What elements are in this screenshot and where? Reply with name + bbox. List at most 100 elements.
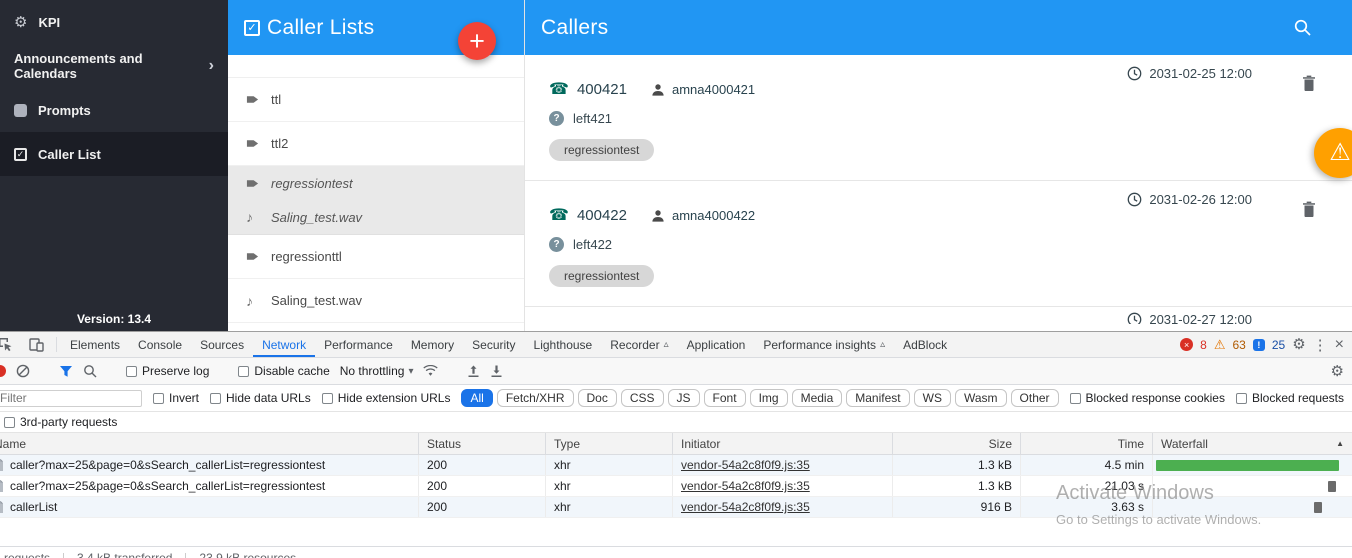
tab-elements[interactable]: Elements xyxy=(61,332,129,357)
table-row[interactable]: callerList 200 xhr vendor-54a2c8f0f9.js:… xyxy=(0,497,1352,518)
caller-entry[interactable]: 2031-02-26 12:00 400422 amna4000422 xyxy=(525,181,1352,307)
warning-count[interactable]: 63 xyxy=(1232,338,1245,352)
list-item-audio[interactable]: Saling_test.wav xyxy=(228,200,524,234)
filter-pill-img[interactable]: Img xyxy=(750,389,788,407)
list-item-audio[interactable]: Saling_test.wav xyxy=(228,279,524,323)
column-header-initiator[interactable]: Initiator xyxy=(672,433,892,454)
filter-pill-font[interactable]: Font xyxy=(704,389,746,407)
column-header-size[interactable]: Size xyxy=(892,433,1020,454)
divider xyxy=(56,337,57,352)
add-caller-list-button[interactable] xyxy=(458,22,496,60)
filter-pill-css[interactable]: CSS xyxy=(621,389,664,407)
network-conditions-icon[interactable] xyxy=(423,365,438,377)
checkbox-icon xyxy=(4,417,15,428)
throttling-dropdown[interactable]: No throttling xyxy=(340,364,414,378)
invert-checkbox[interactable]: Invert xyxy=(153,391,199,405)
clock-icon xyxy=(1127,66,1142,81)
column-header-status[interactable]: Status xyxy=(418,433,545,454)
list-item[interactable]: ttl xyxy=(228,78,524,122)
filter-pill-media[interactable]: Media xyxy=(792,389,843,407)
filter-pill-js[interactable]: JS xyxy=(668,389,700,407)
filter-pill-doc[interactable]: Doc xyxy=(578,389,617,407)
devtools-settings-icon[interactable] xyxy=(1292,337,1305,352)
tab-security[interactable]: Security xyxy=(463,332,524,357)
tab-network[interactable]: Network xyxy=(253,332,315,357)
network-settings-icon[interactable] xyxy=(1331,364,1344,379)
record-icon[interactable] xyxy=(0,365,6,377)
tab-recorder[interactable]: Recorder xyxy=(601,332,677,357)
filter-pill-ws[interactable]: WS xyxy=(914,389,951,407)
request-initiator-link[interactable]: vendor-54a2c8f0f9.js:35 xyxy=(681,479,810,493)
filter-pill-manifest[interactable]: Manifest xyxy=(846,389,909,407)
tab-console[interactable]: Console xyxy=(129,332,191,357)
column-header-waterfall[interactable]: Waterfall xyxy=(1152,433,1352,454)
network-summary-bar: requests 3.4 kB transferred 23.9 kB reso… xyxy=(0,546,1352,558)
disable-cache-checkbox[interactable]: Disable cache xyxy=(238,364,329,378)
device-toolbar-icon[interactable] xyxy=(21,332,52,357)
caller-entry-partial[interactable]: 2031-02-27 12:00 xyxy=(525,307,1352,324)
tab-lighthouse[interactable]: Lighthouse xyxy=(525,332,602,357)
tab-adblock[interactable]: AdBlock xyxy=(894,332,956,357)
blocked-cookies-checkbox[interactable]: Blocked response cookies xyxy=(1070,391,1225,405)
sidebar-item-kpi[interactable]: KPI xyxy=(0,0,228,44)
caller-lists-header: Caller Lists xyxy=(228,0,524,55)
inspect-element-icon[interactable] xyxy=(0,332,21,357)
error-count[interactable]: 8 xyxy=(1200,338,1207,352)
hide-extension-urls-checkbox[interactable]: Hide extension URLs xyxy=(322,391,451,405)
request-icon xyxy=(0,501,4,513)
search-icon[interactable] xyxy=(1293,18,1312,37)
request-initiator-link[interactable]: vendor-54a2c8f0f9.js:35 xyxy=(681,500,810,514)
more-options-icon[interactable] xyxy=(1313,336,1328,354)
filter-input[interactable] xyxy=(0,390,142,407)
trash-icon[interactable] xyxy=(1302,75,1316,92)
table-row[interactable]: caller?max=25&page=0&sSearch_callerList=… xyxy=(0,455,1352,476)
filter-pill-other[interactable]: Other xyxy=(1011,389,1059,407)
blocked-requests-checkbox[interactable]: Blocked requests xyxy=(1236,391,1344,405)
issues-icon[interactable] xyxy=(1253,339,1265,351)
import-har-icon[interactable] xyxy=(467,365,480,378)
tab-performance-insights[interactable]: Performance insights xyxy=(754,332,894,357)
caller-agent: amna4000421 xyxy=(672,82,755,97)
sidebar-item-announcements[interactable]: Announcements and Calendars xyxy=(0,44,228,88)
checkbox-icon xyxy=(238,366,249,377)
close-devtools-icon[interactable] xyxy=(1335,336,1344,354)
third-party-checkbox[interactable]: 3rd-party requests xyxy=(4,415,117,429)
sidebar-item-caller-list[interactable]: Caller List xyxy=(0,132,228,176)
request-type: xhr xyxy=(545,476,672,496)
clear-icon[interactable] xyxy=(16,364,30,378)
request-time: 4.5 min xyxy=(1020,455,1152,475)
sidebar-item-label: Prompts xyxy=(38,103,91,118)
table-row[interactable]: caller?max=25&page=0&sSearch_callerList=… xyxy=(0,476,1352,497)
tab-memory[interactable]: Memory xyxy=(402,332,463,357)
search-icon[interactable] xyxy=(83,364,97,378)
request-type-filters: All Fetch/XHR Doc CSS JS Font Img Media … xyxy=(461,389,1058,407)
column-header-name[interactable]: Name xyxy=(0,433,418,454)
preserve-log-checkbox[interactable]: Preserve log xyxy=(126,364,209,378)
request-size: 1.3 kB xyxy=(892,455,1020,475)
trash-icon[interactable] xyxy=(1302,201,1316,218)
experiment-icon xyxy=(664,339,669,350)
issues-count[interactable]: 25 xyxy=(1272,338,1285,352)
error-icon[interactable] xyxy=(1180,338,1193,351)
caller-datetime: 2031-02-27 12:00 xyxy=(1127,312,1252,324)
filter-icon[interactable] xyxy=(59,365,73,378)
list-item-selected[interactable]: regressiontest xyxy=(228,166,524,200)
filter-pill-all[interactable]: All xyxy=(461,389,492,407)
export-har-icon[interactable] xyxy=(490,365,503,378)
tab-sources[interactable]: Sources xyxy=(191,332,253,357)
filter-pill-fetch-xhr[interactable]: Fetch/XHR xyxy=(497,389,574,407)
column-header-time[interactable]: Time xyxy=(1020,433,1152,454)
filter-pill-wasm[interactable]: Wasm xyxy=(955,389,1007,407)
list-item[interactable]: ttl2 xyxy=(228,122,524,166)
column-header-type[interactable]: Type xyxy=(545,433,672,454)
tab-performance[interactable]: Performance xyxy=(315,332,402,357)
caller-lists-panel: Caller Lists ttl ttl2 reg xyxy=(228,0,525,331)
sidebar-item-prompts[interactable]: Prompts xyxy=(0,88,228,132)
request-initiator-link[interactable]: vendor-54a2c8f0f9.js:35 xyxy=(681,458,810,472)
hide-data-urls-checkbox[interactable]: Hide data URLs xyxy=(210,391,311,405)
list-item[interactable]: regressionttl xyxy=(228,235,524,279)
tab-application[interactable]: Application xyxy=(678,332,755,357)
caller-entry[interactable]: 2031-02-25 12:00 400421 amna4000421 xyxy=(525,55,1352,181)
request-size: 1.3 kB xyxy=(892,476,1020,496)
warning-triangle-icon[interactable] xyxy=(1214,338,1226,351)
